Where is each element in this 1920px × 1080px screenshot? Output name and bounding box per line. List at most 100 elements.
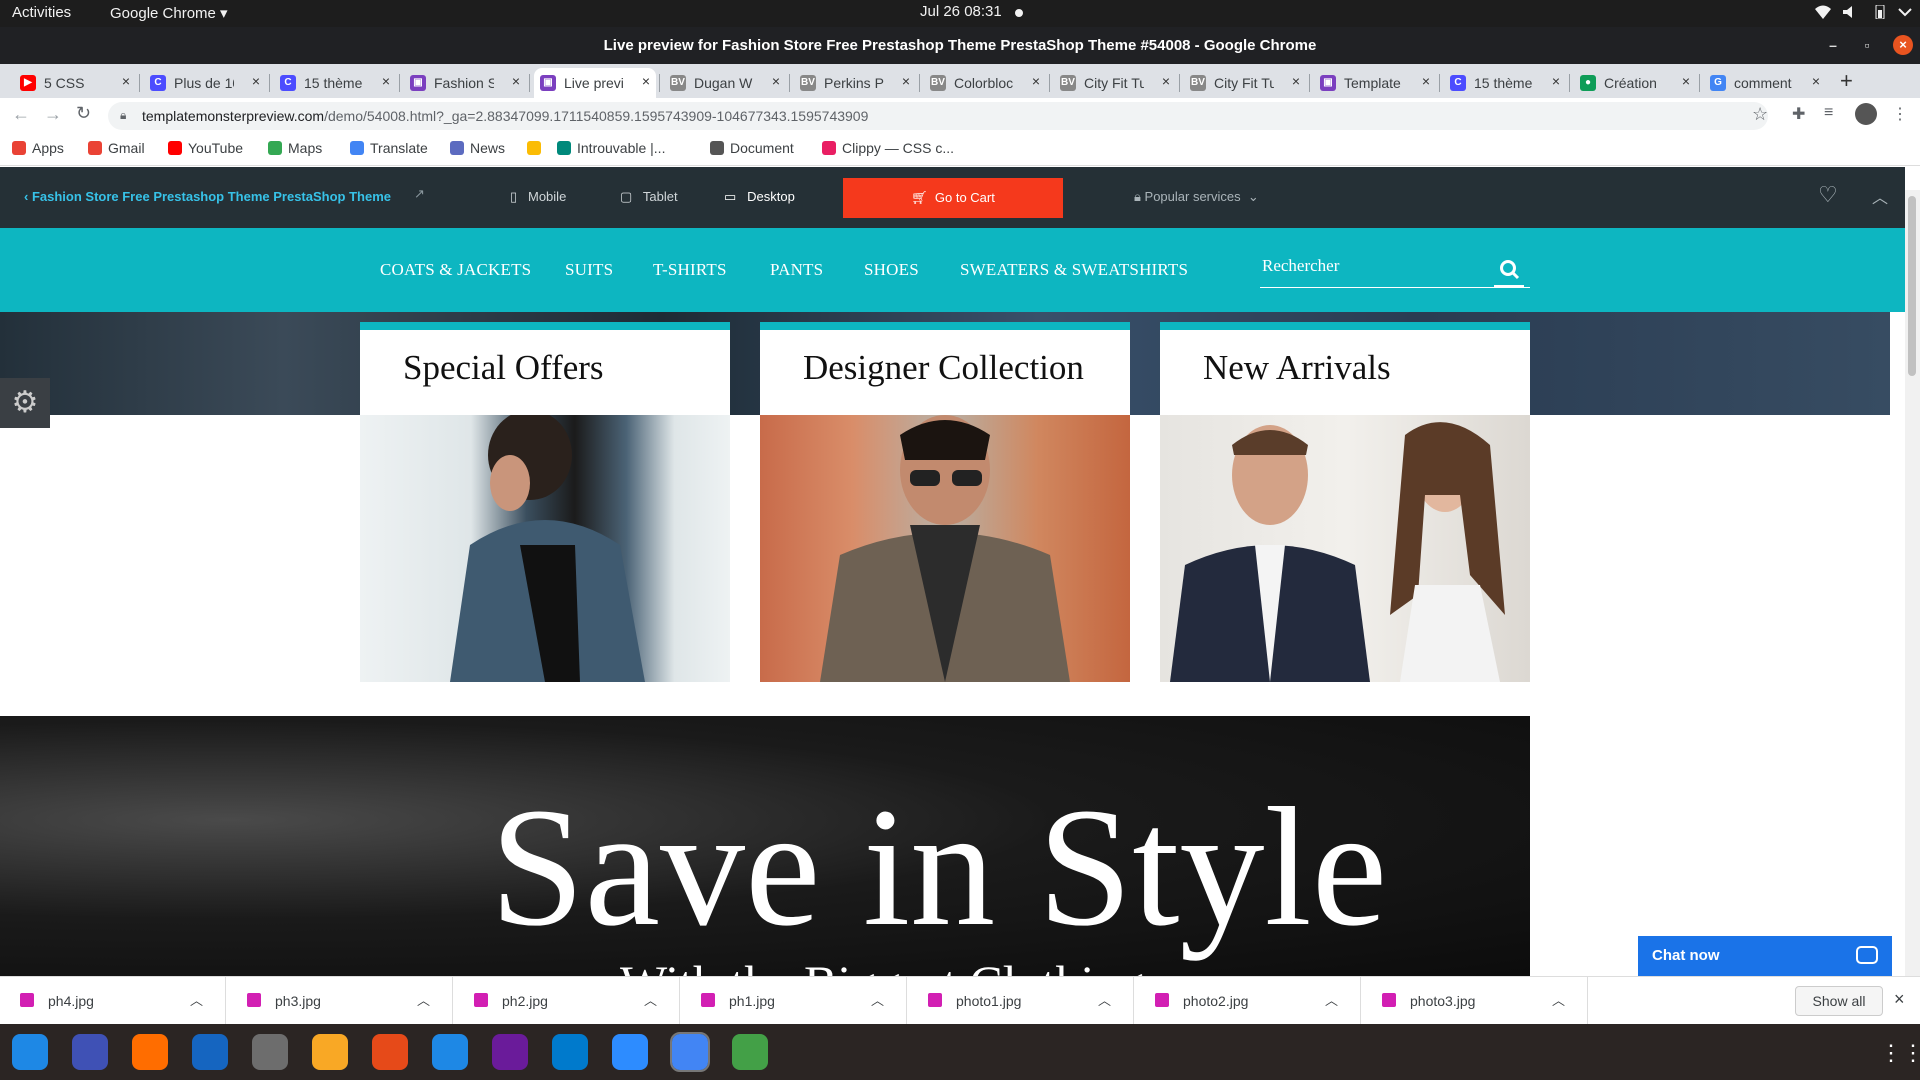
bookmark-9[interactable]: Document bbox=[710, 140, 794, 156]
back-to-theme-link[interactable]: ‹ Fashion Store Free Prestashop Theme Pr… bbox=[24, 189, 391, 204]
back-icon[interactable]: ← bbox=[12, 104, 30, 125]
extensions-icon[interactable]: ✚ bbox=[1792, 104, 1805, 124]
close-downloads-icon[interactable]: × bbox=[1894, 989, 1905, 1010]
mobile-view-button[interactable]: ▯ Mobile bbox=[510, 189, 566, 205]
tab-10[interactable]: BV City Fit Tu × bbox=[1184, 68, 1306, 98]
close-tab-icon[interactable]: × bbox=[512, 73, 520, 89]
download-options-chevron-icon[interactable]: ︿ bbox=[644, 990, 657, 1009]
download-options-chevron-icon[interactable]: ︿ bbox=[871, 990, 884, 1009]
settings-gear-icon[interactable]: ⚙ bbox=[0, 378, 50, 428]
forward-icon[interactable]: → bbox=[44, 104, 62, 125]
nav-item-4[interactable]: PANTS bbox=[770, 260, 823, 280]
app-menu[interactable]: Google Chrome ▾ bbox=[110, 4, 228, 22]
nav-item-5[interactable]: SHOES bbox=[864, 260, 919, 280]
translate-app-icon[interactable] bbox=[72, 1034, 108, 1070]
bookmark-8[interactable]: Introuvable |... bbox=[557, 140, 665, 156]
chrome-menu-icon[interactable]: ⋮ bbox=[1892, 104, 1908, 124]
search-icon[interactable] bbox=[1494, 256, 1524, 288]
download-item[interactable]: ph2.jpg ︿ bbox=[454, 977, 680, 1025]
external-link-icon[interactable]: ↗ bbox=[414, 186, 425, 202]
bookmark-1[interactable]: Apps bbox=[12, 140, 64, 156]
nav-item-6[interactable]: SWEATERS & SWEATSHIRTS bbox=[960, 260, 1188, 280]
category-card-designer-collection[interactable]: Designer Collection bbox=[760, 322, 1130, 682]
desktop-view-button[interactable]: ▭ Desktop bbox=[724, 189, 795, 205]
bookmark-star-icon[interactable]: ☆ bbox=[1752, 104, 1768, 125]
bookmark-6[interactable]: News bbox=[450, 140, 505, 156]
chat-now-button[interactable]: Chat now bbox=[1638, 936, 1892, 976]
firefox-icon[interactable] bbox=[132, 1034, 168, 1070]
maximize-icon[interactable]: ▫ bbox=[1858, 36, 1876, 54]
close-tab-icon[interactable]: × bbox=[252, 73, 260, 89]
nav-item-3[interactable]: T-SHIRTS bbox=[653, 260, 727, 280]
close-tab-icon[interactable]: × bbox=[902, 73, 910, 89]
tablet-view-button[interactable]: ▢ Tablet bbox=[620, 189, 678, 205]
chrome-icon[interactable] bbox=[670, 1032, 710, 1072]
show-all-downloads-button[interactable]: Show all bbox=[1795, 986, 1883, 1016]
tab-12[interactable]: C 15 thème × bbox=[1444, 68, 1566, 98]
download-item[interactable]: photo1.jpg ︿ bbox=[908, 977, 1134, 1025]
profile-avatar[interactable] bbox=[1855, 103, 1877, 125]
app-store-icon[interactable] bbox=[372, 1034, 408, 1070]
activities-button[interactable]: Activities bbox=[12, 4, 71, 21]
tab-8[interactable]: BV Colorbloc × bbox=[924, 68, 1046, 98]
show-applications-icon[interactable]: ⋮⋮⋮ bbox=[1880, 1040, 1920, 1066]
download-item[interactable]: ph1.jpg ︿ bbox=[681, 977, 907, 1025]
new-tab-icon[interactable]: + bbox=[1840, 68, 1853, 94]
download-item[interactable]: ph3.jpg ︿ bbox=[227, 977, 453, 1025]
tab-1[interactable]: ▶ 5 CSS × bbox=[14, 68, 136, 98]
tab-13[interactable]: ● Création × bbox=[1574, 68, 1696, 98]
bookmark-5[interactable]: Translate bbox=[350, 140, 428, 156]
minimize-icon[interactable]: – bbox=[1824, 36, 1842, 54]
bookmark-2[interactable]: Gmail bbox=[88, 140, 145, 156]
tab-5[interactable]: ▣ Live previ × bbox=[534, 68, 656, 98]
zoom-icon[interactable] bbox=[612, 1034, 648, 1070]
close-tab-icon[interactable]: × bbox=[1162, 73, 1170, 89]
heart-icon[interactable]: ♡ bbox=[1818, 182, 1838, 208]
lock-icon[interactable]: 🔒︎ bbox=[120, 108, 126, 123]
collapse-icon[interactable]: ︿ bbox=[1872, 184, 1888, 208]
close-tab-icon[interactable]: × bbox=[772, 73, 780, 89]
chromium-icon[interactable] bbox=[432, 1034, 468, 1070]
close-tab-icon[interactable]: × bbox=[1682, 73, 1690, 89]
tab-11[interactable]: ▣ Template × bbox=[1314, 68, 1436, 98]
bookmark-10[interactable]: Clippy — CSS c... bbox=[822, 140, 954, 156]
tab-2[interactable]: C Plus de 10 × bbox=[144, 68, 266, 98]
rhythmbox-icon[interactable] bbox=[312, 1034, 348, 1070]
close-tab-icon[interactable]: × bbox=[122, 73, 130, 89]
nav-item-1[interactable]: COATS & JACKETS bbox=[380, 260, 531, 280]
battery-icon[interactable] bbox=[1872, 4, 1888, 20]
web-browser-icon[interactable] bbox=[732, 1034, 768, 1070]
close-window-icon[interactable]: × bbox=[1893, 35, 1913, 55]
close-tab-icon[interactable]: × bbox=[1552, 73, 1560, 89]
close-tab-icon[interactable]: × bbox=[1422, 73, 1430, 89]
go-to-cart-button[interactable]: 🛒︎ Go to Cart bbox=[843, 178, 1063, 218]
wifi-icon[interactable] bbox=[1815, 5, 1831, 19]
popular-services-dropdown[interactable]: 🔒︎ Popular services ⌄ bbox=[1134, 189, 1259, 205]
close-tab-icon[interactable]: × bbox=[1292, 73, 1300, 89]
download-options-chevron-icon[interactable]: ︿ bbox=[1552, 990, 1565, 1009]
bookmark-4[interactable]: Maps bbox=[268, 140, 322, 156]
tab-9[interactable]: BV City Fit Tu × bbox=[1054, 68, 1176, 98]
volume-icon[interactable] bbox=[1842, 5, 1858, 19]
tab-6[interactable]: BV Dugan W × bbox=[664, 68, 786, 98]
vscode-icon[interactable] bbox=[552, 1034, 588, 1070]
category-card-new-arrivals[interactable]: New Arrivals bbox=[1160, 322, 1530, 682]
close-tab-icon[interactable]: × bbox=[1032, 73, 1040, 89]
download-options-chevron-icon[interactable]: ︿ bbox=[190, 990, 203, 1009]
scrollbar-thumb[interactable] bbox=[1908, 196, 1916, 376]
media-control-icon[interactable]: ≡ bbox=[1824, 104, 1833, 122]
reload-icon[interactable]: ↻ bbox=[76, 103, 91, 124]
tab-4[interactable]: ▣ Fashion S × bbox=[404, 68, 526, 98]
tab-3[interactable]: C 15 thème × bbox=[274, 68, 396, 98]
files-icon[interactable] bbox=[252, 1034, 288, 1070]
download-item[interactable]: photo2.jpg ︿ bbox=[1135, 977, 1361, 1025]
download-options-chevron-icon[interactable]: ︿ bbox=[1325, 990, 1338, 1009]
category-card-special-offers[interactable]: Special Offers bbox=[360, 322, 730, 682]
tab-14[interactable]: Gcomment × bbox=[1704, 68, 1826, 98]
slack-icon[interactable] bbox=[492, 1034, 528, 1070]
close-tab-icon[interactable]: × bbox=[1812, 73, 1820, 89]
power-menu-icon[interactable] bbox=[1897, 5, 1913, 19]
url-text[interactable]: templatemonsterpreview.com/demo/54008.ht… bbox=[142, 108, 868, 124]
download-item[interactable]: ph4.jpg ︿ bbox=[0, 977, 226, 1025]
bookmark-7[interactable] bbox=[527, 140, 547, 156]
